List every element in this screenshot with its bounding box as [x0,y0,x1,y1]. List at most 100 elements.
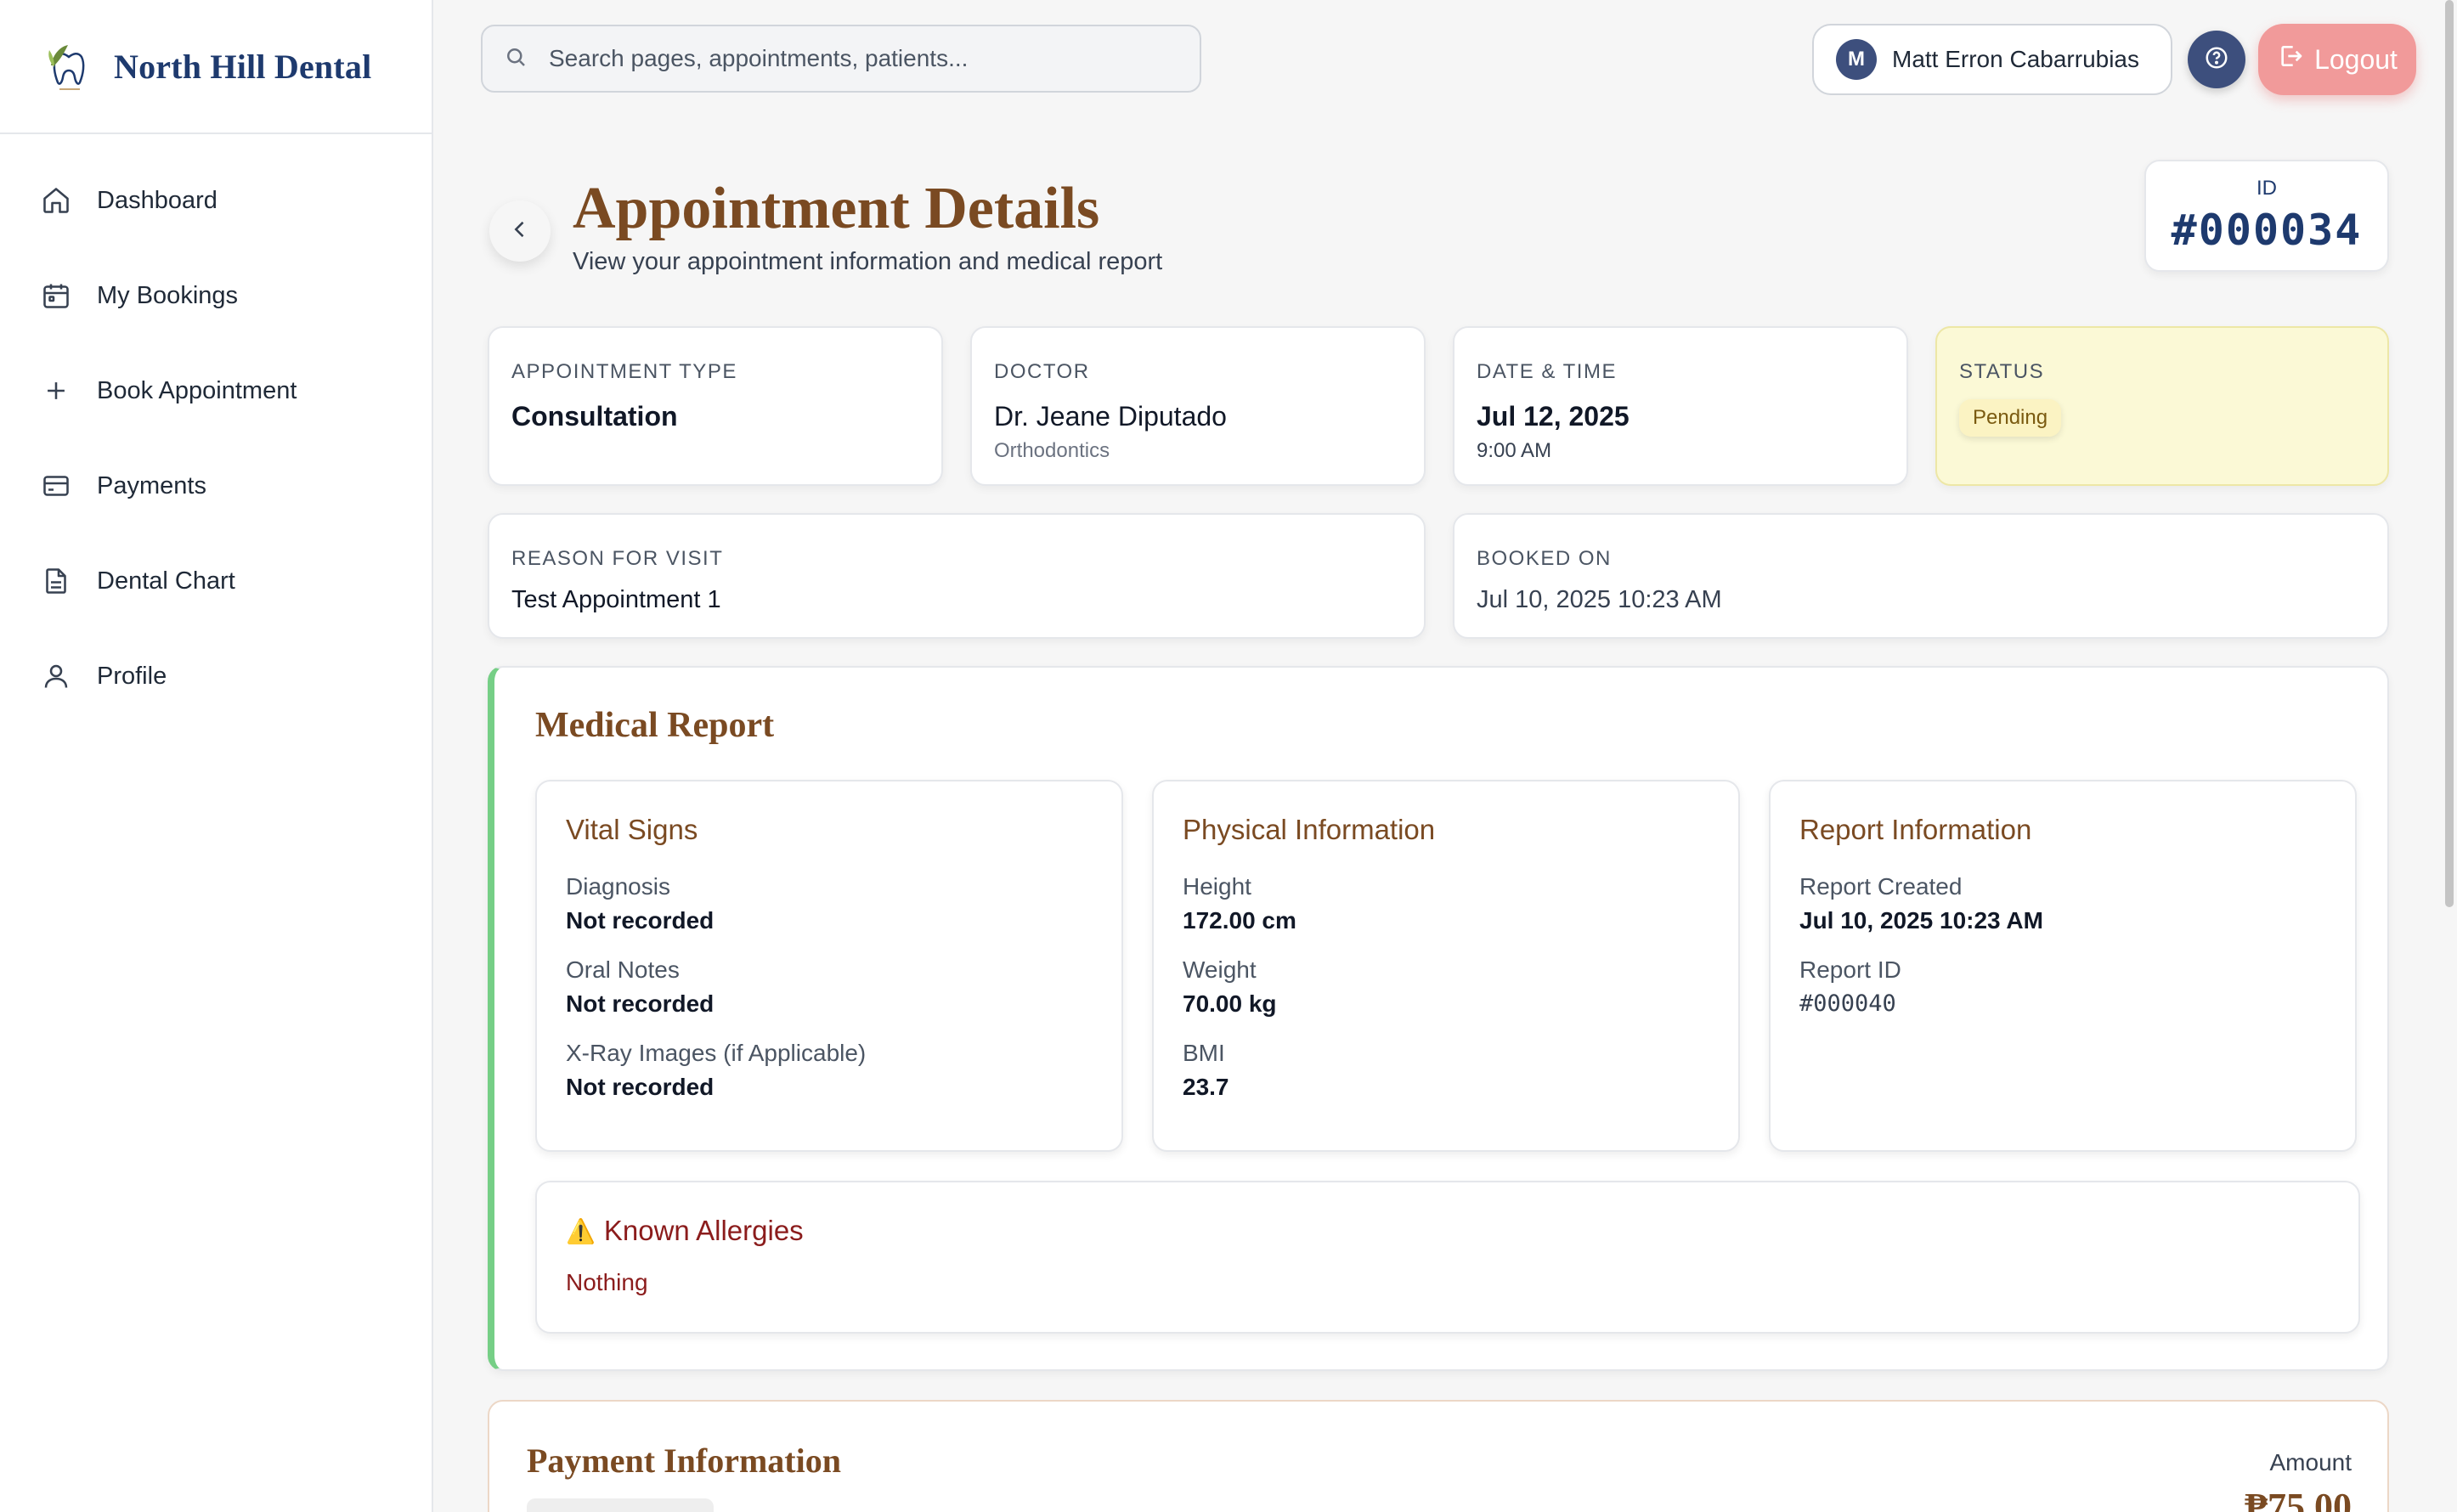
scrollbar-thumb[interactable] [2445,0,2454,907]
height-label: Height [1183,873,1251,900]
doctor-name: Dr. Jeane Diputado [994,401,1227,432]
appointment-type-card: APPOINTMENT TYPE Consultation [488,326,943,486]
diagnosis-label: Diagnosis [566,873,670,900]
appointment-date: Jul 12, 2025 [1477,401,1630,432]
report-id-label: Report ID [1799,956,1901,983]
help-icon [2204,45,2229,75]
physical-info-card: Physical Information Height 172.00 cm We… [1152,780,1740,1152]
date-time-label: DATE & TIME [1477,360,1617,383]
chevron-left-icon [508,217,532,245]
booked-on-card: BOOKED ON Jul 10, 2025 10:23 AM [1453,513,2389,639]
bmi-label: BMI [1183,1040,1225,1066]
page-title: Appointment Details [573,176,1100,241]
sidebar-item-book-appointment[interactable]: Book Appointment [0,343,432,438]
logout-icon [2277,42,2304,76]
home-icon [39,183,73,217]
status-label: STATUS [1959,360,2045,383]
sidebar-item-label: Dashboard [97,186,217,214]
report-created-field: Report Created Jul 10, 2025 10:23 AM [1799,873,2326,934]
height-value: 172.00 cm [1183,907,1296,934]
brand-name: North Hill Dental [114,47,372,86]
id-label: ID [2256,177,2277,200]
bmi-value: 23.7 [1183,1074,1229,1100]
allergies-title: Known Allergies [603,1215,804,1246]
weight-label: Weight [1183,956,1257,983]
date-time-card: DATE & TIME Jul 12, 2025 9:00 AM [1453,326,1908,486]
appointment-id-box: ID #000034 [2144,160,2389,272]
search-bar[interactable] [481,25,1201,93]
vital-signs-title: Vital Signs [566,814,698,845]
booked-on-label: BOOKED ON [1477,547,1612,570]
sidebar-item-dental-chart[interactable]: Dental Chart [0,533,432,629]
sidebar-item-label: Book Appointment [97,376,297,404]
report-created-label: Report Created [1799,873,1963,900]
weight-field: Weight 70.00 kg [1183,956,1709,1018]
search-icon [503,44,528,74]
medical-report-section: Medical Report Vital Signs Diagnosis Not… [488,666,2389,1371]
diagnosis-value: Not recorded [566,907,715,934]
sidebar-item-label: Payments [97,471,206,499]
report-id-value: #000040 [1799,990,1896,1017]
help-button[interactable] [2188,31,2245,88]
report-id-field: Report ID #000040 [1799,956,2326,1017]
sidebar: North Hill Dental Dashboard My Bookings … [0,0,433,1512]
known-allergies-card: ⚠️ Known Allergies Nothing [535,1181,2360,1334]
appointment-type-value: Consultation [511,401,678,432]
doctor-specialty: Orthodontics [994,439,1110,462]
oral-notes-value: Not recorded [566,990,715,1017]
sidebar-item-label: Profile [97,662,167,690]
back-button[interactable] [489,200,551,262]
calendar-icon [39,279,73,313]
appointment-id: #000034 [2171,206,2363,255]
plus-icon [39,374,73,408]
allergies-value: Nothing [566,1269,648,1295]
avatar: M [1836,39,1877,80]
oral-notes-field: Oral Notes Not recorded [566,956,1093,1018]
diagnosis-field: Diagnosis Not recorded [566,873,1093,934]
user-icon [39,659,73,693]
reason-card: REASON FOR VISIT Test Appointment 1 [488,513,1426,639]
sidebar-item-dashboard[interactable]: Dashboard [0,153,432,248]
sidebar-nav: Dashboard My Bookings Book Appointment P… [0,134,432,724]
xray-value: Not recorded [566,1074,715,1100]
sidebar-item-label: Dental Chart [97,567,235,595]
weight-value: 70.00 kg [1183,990,1277,1017]
payment-status-badge [527,1498,714,1512]
warning-icon: ⚠️ [566,1217,596,1244]
reason-label: REASON FOR VISIT [511,547,724,570]
sidebar-item-profile[interactable]: Profile [0,629,432,724]
doctor-card: DOCTOR Dr. Jeane Diputado Orthodontics [970,326,1426,486]
user-menu-button[interactable]: M Matt Erron Cabarrubias [1812,24,2172,95]
search-input[interactable] [549,45,1195,72]
logout-button[interactable]: Logout [2258,24,2416,95]
allergies-heading: ⚠️ Known Allergies [566,1215,2330,1247]
logout-label: Logout [2314,43,2398,75]
booked-on-value: Jul 10, 2025 10:23 AM [1477,586,1722,613]
sidebar-item-payments[interactable]: Payments [0,438,432,533]
brand[interactable]: North Hill Dental [0,0,432,134]
bmi-field: BMI 23.7 [1183,1040,1709,1101]
page-subtitle: View your appointment information and me… [573,248,1163,275]
reason-value: Test Appointment 1 [511,586,721,613]
payment-title: Payment Information [527,1441,841,1480]
status-badge: Pending [1959,399,2062,437]
vital-signs-card: Vital Signs Diagnosis Not recorded Oral … [535,780,1123,1152]
xray-label: X-Ray Images (if Applicable) [566,1040,867,1066]
report-created-value: Jul 10, 2025 10:23 AM [1799,907,2043,934]
status-card: STATUS Pending [1935,326,2389,486]
appointment-time: 9:00 AM [1477,439,1552,462]
credit-card-icon [39,469,73,503]
sidebar-item-my-bookings[interactable]: My Bookings [0,248,432,343]
document-icon [39,564,73,598]
amount-value: ₱75.00 [2245,1486,2352,1512]
height-field: Height 172.00 cm [1183,873,1709,934]
medical-report-title: Medical Report [535,706,775,745]
report-info-card: Report Information Report Created Jul 10… [1769,780,2357,1152]
report-info-title: Report Information [1799,814,2032,845]
payment-section: Payment Information Amount ₱75.00 [488,1400,2389,1512]
amount-label: Amount [2269,1449,2353,1475]
doctor-label: DOCTOR [994,360,1090,383]
appointment-type-label: APPOINTMENT TYPE [511,360,737,383]
tooth-leaf-logo-icon [48,45,85,90]
oral-notes-label: Oral Notes [566,956,680,983]
